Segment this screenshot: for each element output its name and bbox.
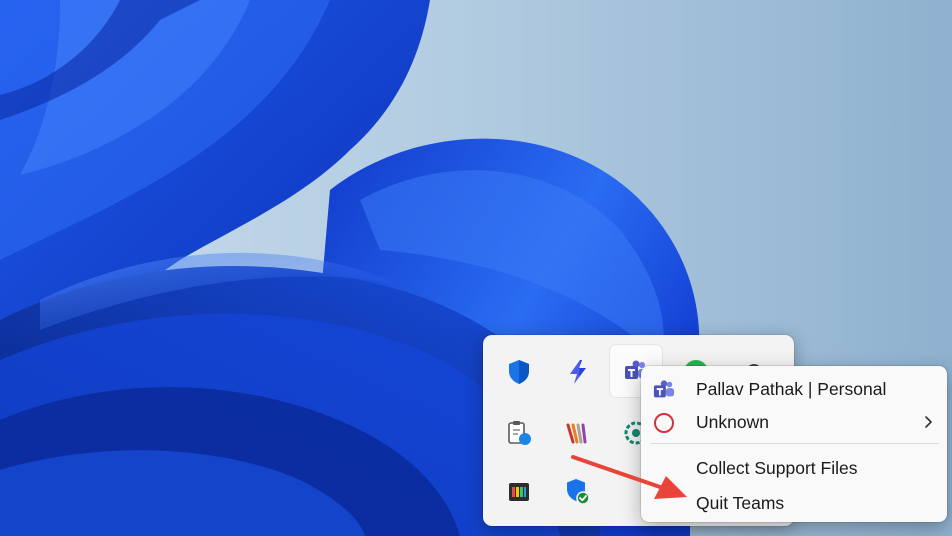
menu-item-status-label: Unknown [696,411,769,432]
tray-item-stripes-app[interactable] [552,407,604,459]
menu-item-collect-support-label: Collect Support Files [696,457,858,478]
teams-icon [653,380,675,398]
tray-item-windows-security[interactable] [493,346,545,398]
tray-item-clipboard-sync[interactable] [493,407,545,459]
teams-context-menu: Pallav Pathak | Personal Unknown Collect… [641,366,947,522]
menu-item-quit-teams[interactable]: Quit Teams [645,487,943,519]
menu-item-account[interactable]: Pallav Pathak | Personal [645,373,943,405]
windows-security-icon [509,360,529,384]
security-check-icon [567,479,590,505]
menu-divider [651,443,939,444]
chevron-right-icon [925,416,932,428]
clipboard-sync-icon [508,421,531,445]
menu-item-quit-label: Quit Teams [696,492,785,513]
tray-item-power-automate[interactable] [552,346,604,398]
menu-item-collect-support-files[interactable]: Collect Support Files [645,452,943,484]
status-ring-icon [654,413,674,433]
stripes-app-icon [566,423,587,444]
power-automate-icon [570,360,586,384]
tray-item-security-check[interactable] [552,466,604,518]
menu-item-status[interactable]: Unknown [645,406,943,438]
color-bars-app-icon [509,483,529,501]
menu-item-account-label: Pallav Pathak | Personal [696,378,887,399]
tray-item-color-bars-app[interactable] [493,466,545,518]
